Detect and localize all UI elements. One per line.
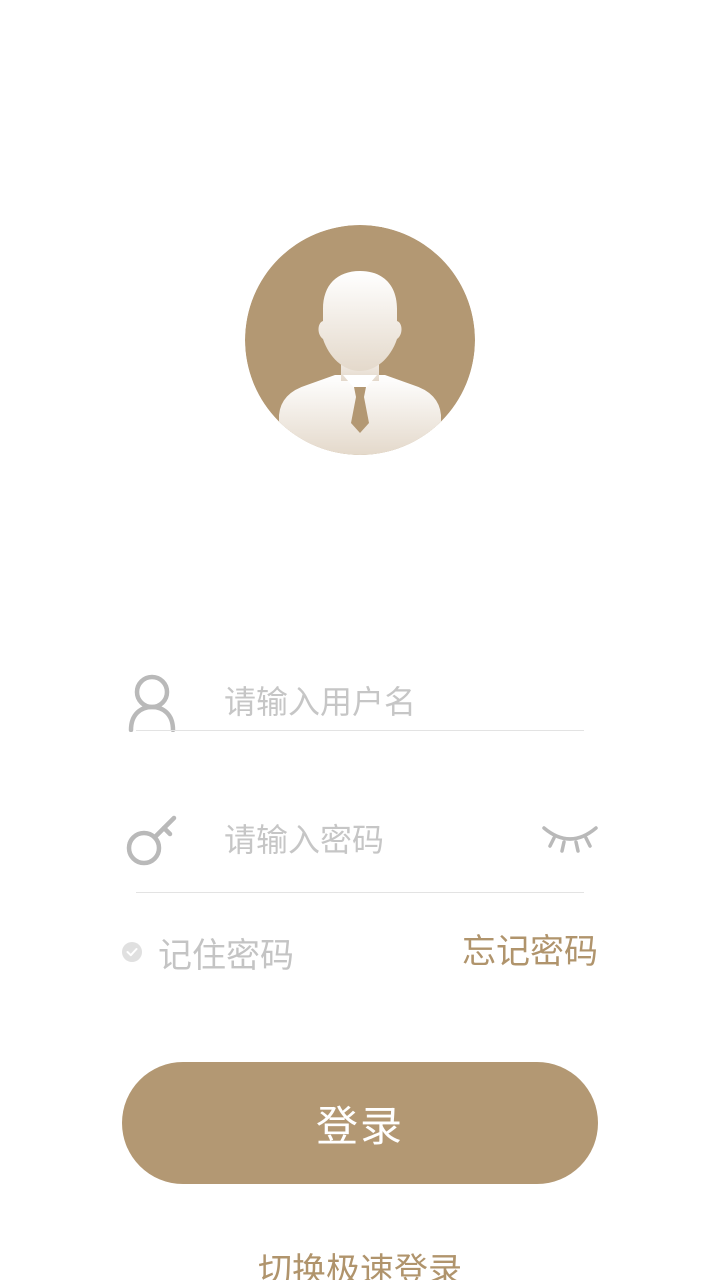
username-field-row: [122, 668, 600, 733]
password-underline: [136, 892, 584, 893]
remember-password-label: 记住密码: [158, 935, 294, 976]
login-screen: 记住密码 忘记密码 登录 切换极速登录: [0, 0, 720, 1280]
user-icon: [122, 672, 182, 733]
eye-closed-icon[interactable]: [540, 820, 600, 856]
key-icon: [122, 812, 182, 872]
username-input[interactable]: [224, 680, 524, 724]
username-underline: [136, 730, 584, 731]
password-input[interactable]: [224, 818, 524, 862]
user-avatar-icon: [245, 225, 475, 455]
avatar: [245, 225, 475, 455]
forgot-password-link[interactable]: 忘记密码: [462, 928, 598, 976]
password-field-row: [122, 800, 600, 894]
switch-fast-login-link[interactable]: 切换极速登录: [0, 1243, 720, 1280]
remember-password-checkbox[interactable]: 记住密码: [122, 928, 294, 976]
checkmark-icon: [122, 942, 142, 962]
login-button[interactable]: 登录: [122, 1062, 598, 1184]
